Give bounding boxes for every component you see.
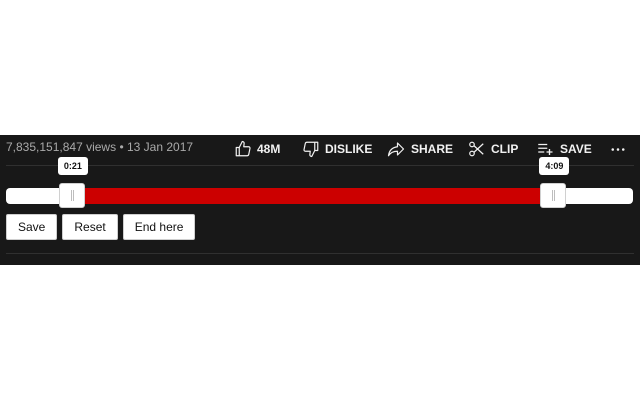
share-label: SHARE: [411, 142, 454, 156]
view-count: 7,835,151,847 views: [6, 140, 117, 154]
clip-button[interactable]: CLIP: [467, 139, 518, 159]
save-to-playlist-button[interactable]: SAVE: [535, 139, 592, 159]
start-time-tooltip: 0:21: [57, 157, 88, 175]
end-handle[interactable]: 4:09: [539, 157, 570, 208]
start-handle-grip-icon: [70, 190, 74, 201]
view-count-and-date: 7,835,151,847 views • 13 Jan 2017: [6, 140, 193, 154]
start-handle[interactable]: 0:21: [57, 157, 88, 208]
end-handle-grip-icon: [552, 190, 556, 201]
share-button[interactable]: SHARE: [386, 139, 453, 159]
share-arrow-icon: [387, 142, 405, 157]
upload-date: 13 Jan 2017: [126, 140, 194, 154]
thumbs-up-icon: [235, 140, 251, 157]
thumbs-down-icon: [303, 141, 319, 158]
start-time-label: 0:21: [63, 161, 82, 171]
save-button[interactable]: Save: [6, 214, 58, 240]
clip-button-row: Save Reset End here: [6, 214, 196, 240]
like-button[interactable]: 48M: [234, 139, 280, 159]
reset-button[interactable]: Reset: [62, 214, 118, 240]
clip-label: CLIP: [491, 142, 519, 156]
video-info-panel: 7,835,151,847 views • 13 Jan 2017 48M DI…: [0, 135, 640, 265]
more-actions-button[interactable]: [609, 138, 627, 158]
clip-range-slider[interactable]: 0:21 4:09: [6, 157, 633, 208]
scissors-icon: [469, 141, 484, 157]
end-here-button[interactable]: End here: [122, 214, 196, 240]
save-label: SAVE: [560, 142, 592, 156]
dislike-label: DISLIKE: [325, 142, 373, 156]
end-time-label: 4:09: [545, 161, 564, 171]
meta-separator: •: [119, 140, 124, 154]
end-time-tooltip: 4:09: [539, 157, 570, 175]
like-count: 48M: [257, 142, 281, 156]
playlist-add-icon: [538, 143, 553, 155]
more-horizontal-icon: [611, 148, 625, 151]
dislike-button[interactable]: DISLIKE: [302, 139, 372, 159]
bottom-divider: [6, 253, 634, 254]
selected-range-fill: [71, 188, 554, 204]
